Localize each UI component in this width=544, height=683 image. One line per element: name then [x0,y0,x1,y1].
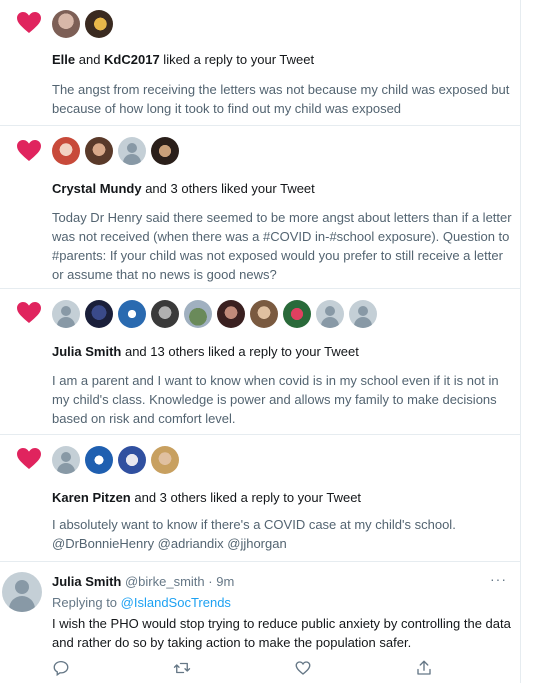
notifications-feed: Elle and KdC2017 liked a reply to your T… [0,0,521,683]
summary-action: liked a reply to your Tweet [159,52,315,67]
avatar[interactable] [52,137,80,165]
avatar-row [52,446,179,474]
heart-icon [17,302,41,323]
tweet-time[interactable]: 9m [216,574,234,589]
like-icon[interactable] [294,659,312,677]
avatar[interactable] [85,137,113,165]
tweet-author-handle[interactable]: @birke_smith [125,574,205,589]
actor-name[interactable]: Julia Smith [52,344,121,359]
actor-name[interactable]: Crystal Mundy [52,181,142,196]
actor-name[interactable]: Karen Pitzen [52,490,131,505]
avatar[interactable] [250,300,278,328]
avatar[interactable] [85,300,113,328]
avatar[interactable] [85,10,113,38]
avatar[interactable] [316,300,344,328]
notification-summary: Karen Pitzen and 3 others liked a reply … [52,490,361,506]
tweet-excerpt: Today Dr Henry said there seemed to be m… [52,210,512,282]
avatar[interactable] [217,300,245,328]
share-icon[interactable] [415,659,433,677]
replying-prefix: Replying to [52,595,121,610]
notification-summary: Julia Smith and 13 others liked a reply … [52,344,359,360]
avatar[interactable] [52,300,80,328]
notification-item[interactable]: Julia Smith and 13 others liked a reply … [0,289,520,435]
avatar[interactable] [151,137,179,165]
tweet-author-name[interactable]: Julia Smith [52,574,121,589]
more-options-icon[interactable]: ··· [490,571,507,587]
tweet-excerpt: I absolutely want to know if there's a C… [52,517,456,551]
heart-icon [17,12,41,33]
avatar[interactable] [52,10,80,38]
tweet-author-avatar[interactable] [2,572,42,612]
notification-summary: Elle and KdC2017 liked a reply to your T… [52,52,314,68]
summary-action: and 13 others liked a reply to your Twee… [121,344,359,359]
avatar[interactable] [118,300,146,328]
avatar-row [52,10,113,38]
retweet-icon[interactable] [173,659,191,677]
avatar[interactable] [349,300,377,328]
avatar[interactable] [151,446,179,474]
notification-item[interactable]: Crystal Mundy and 3 others liked your Tw… [0,126,520,289]
summary-action: and 3 others liked a reply to your Tweet [130,490,362,505]
avatar[interactable] [283,300,311,328]
avatar-row [52,300,377,328]
actor-name[interactable]: Elle [52,52,75,67]
heart-icon [17,140,41,161]
tweet-excerpt: I am a parent and I want to know when co… [52,373,499,426]
replying-to-link[interactable]: @IslandSocTrends [121,595,231,610]
tweet-separator: · [204,574,217,589]
notification-item[interactable]: Karen Pitzen and 3 others liked a reply … [0,435,520,562]
tweet-header: Julia Smith @birke_smith · 9m [52,574,234,590]
avatar[interactable] [52,446,80,474]
reply-icon[interactable] [52,659,70,677]
avatar[interactable] [118,446,146,474]
actor-name[interactable]: KdC2017 [104,52,160,67]
avatar[interactable] [184,300,212,328]
tweet-actions [0,659,520,679]
summary-connector: and [75,52,105,67]
notification-item[interactable]: Elle and KdC2017 liked a reply to your T… [0,0,520,126]
replying-to: Replying to @IslandSocTrends [52,595,231,611]
tweet-text: I wish the PHO would stop trying to redu… [52,616,511,650]
heart-icon [17,448,41,469]
summary-action: and 3 others liked your Tweet [141,181,315,196]
avatar[interactable] [118,137,146,165]
avatar[interactable] [85,446,113,474]
tweet-excerpt: The angst from receiving the letters was… [52,82,510,116]
notification-summary: Crystal Mundy and 3 others liked your Tw… [52,181,315,197]
avatar[interactable] [151,300,179,328]
avatar-row [52,137,179,165]
